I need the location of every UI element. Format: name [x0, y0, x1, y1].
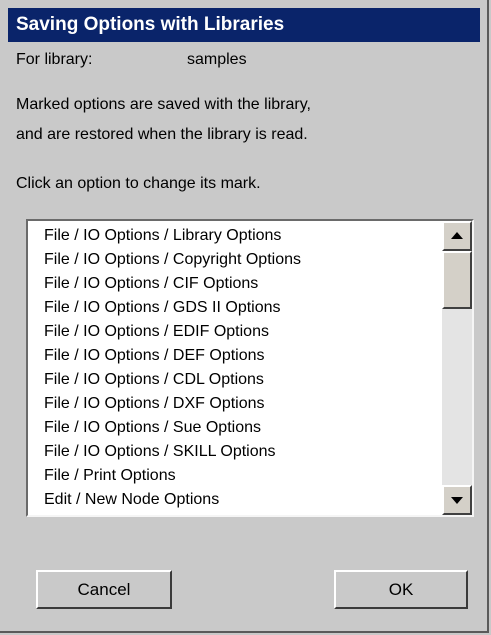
list-item[interactable]: File / IO Options / SKILL Options: [44, 440, 276, 464]
list-item[interactable]: File / IO Options / EDIF Options: [44, 320, 269, 344]
description-line-2: and are restored when the library is rea…: [16, 126, 308, 143]
scroll-down-button[interactable]: [442, 485, 472, 515]
list-item[interactable]: File / IO Options / Library Options: [44, 224, 281, 248]
vertical-scrollbar[interactable]: [442, 221, 472, 515]
list-item[interactable]: File / IO Options / CDL Options: [44, 368, 264, 392]
instruction-text: Click an option to change its mark.: [16, 175, 261, 192]
list-item[interactable]: File / IO Options / DXF Options: [44, 392, 265, 416]
scrollbar-thumb[interactable]: [442, 251, 472, 309]
scroll-down-arrow-icon: [451, 497, 463, 504]
list-item[interactable]: File / IO Options / GDS II Options: [44, 296, 281, 320]
saving-options-dialog: Saving Options with Libraries For librar…: [0, 0, 489, 633]
list-item[interactable]: Edit / New Node Options: [44, 488, 219, 512]
list-item[interactable]: File / IO Options / Sue Options: [44, 416, 261, 440]
list-item[interactable]: File / IO Options / CIF Options: [44, 272, 258, 296]
list-item[interactable]: File / IO Options / Copyright Options: [44, 248, 301, 272]
cancel-button[interactable]: Cancel: [36, 570, 172, 609]
options-listbox[interactable]: File / IO Options / Library Options File…: [26, 219, 474, 517]
description-line-1: Marked options are saved with the librar…: [16, 96, 311, 113]
ok-button[interactable]: OK: [334, 570, 468, 609]
scroll-up-button[interactable]: [442, 221, 472, 251]
list-item[interactable]: File / Print Options: [44, 464, 176, 488]
options-list: File / IO Options / Library Options File…: [28, 221, 442, 515]
dialog-title: Saving Options with Libraries: [8, 8, 480, 42]
list-item[interactable]: File / IO Options / DEF Options: [44, 344, 265, 368]
library-name: samples: [187, 51, 247, 68]
scroll-up-arrow-icon: [451, 232, 463, 239]
library-label: For library:: [16, 51, 93, 68]
